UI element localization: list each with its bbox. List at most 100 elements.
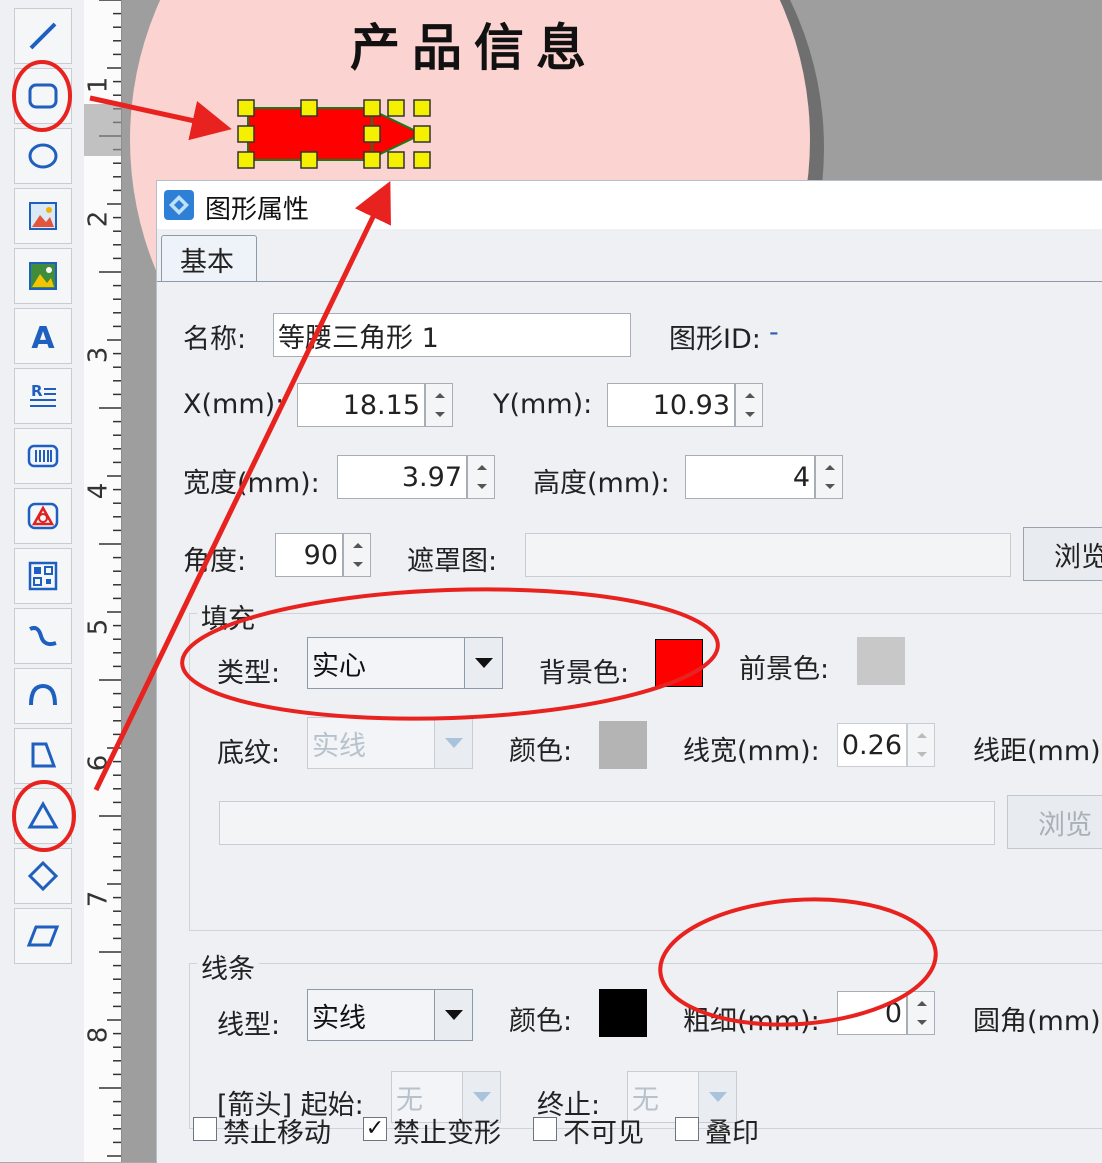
ellipse-tool-button[interactable] bbox=[14, 128, 72, 184]
x-field[interactable]: 18.15 bbox=[297, 383, 425, 427]
x-label: X(mm): bbox=[183, 389, 285, 420]
line-width-label: 线宽(mm): bbox=[683, 736, 820, 767]
fill-type-select[interactable]: 实心 bbox=[307, 637, 503, 689]
pattern-select[interactable]: 实线 bbox=[307, 717, 473, 769]
angle-spinner[interactable] bbox=[343, 533, 371, 577]
selected-shapes[interactable] bbox=[232, 96, 572, 176]
shape-id-label: 图形ID: bbox=[669, 324, 761, 355]
line-tool-button[interactable] bbox=[14, 8, 72, 64]
app-icon bbox=[164, 190, 194, 220]
angle-field[interactable]: 90 bbox=[275, 533, 343, 577]
pattern-value: 实线 bbox=[312, 730, 366, 762]
selection-handle[interactable] bbox=[237, 125, 255, 143]
arc-tool-button[interactable] bbox=[14, 668, 72, 724]
fill-fg-color-swatch[interactable] bbox=[857, 637, 905, 685]
diamond-icon bbox=[27, 860, 59, 892]
width-field[interactable]: 3.97 bbox=[337, 455, 467, 499]
checkbox-lock-resize[interactable]: ✓ bbox=[363, 1117, 387, 1141]
graphic-tool-button[interactable] bbox=[14, 488, 72, 544]
parallelogram-tool-button[interactable] bbox=[14, 908, 72, 964]
image-tool-button[interactable] bbox=[14, 188, 72, 244]
mask-browse-button[interactable]: 浏览 bbox=[1023, 527, 1102, 581]
qr-code-tool-button[interactable] bbox=[14, 548, 72, 604]
width-spinner[interactable] bbox=[467, 455, 495, 499]
fill-group-label: 填充 bbox=[197, 597, 259, 636]
dialog-body: 基本 名称: 等腰三角形 1 图形ID: - X(mm): 18.15 Y(mm… bbox=[157, 229, 1102, 1163]
selection-handle[interactable] bbox=[300, 151, 318, 169]
checkbox-invisible-label[interactable]: 不可见 bbox=[563, 1111, 644, 1150]
selection-handle[interactable] bbox=[237, 151, 255, 169]
chevron-down-icon[interactable] bbox=[434, 718, 472, 768]
qr-code-icon bbox=[28, 561, 58, 591]
line-group-label: 线条 bbox=[197, 947, 259, 986]
y-label: Y(mm): bbox=[493, 389, 593, 420]
selection-handle[interactable] bbox=[413, 151, 431, 169]
height-spinner[interactable] bbox=[815, 455, 843, 499]
label-title[interactable]: 产品信息 bbox=[350, 8, 598, 80]
y-field[interactable]: 10.93 bbox=[607, 383, 735, 427]
line-type-select[interactable]: 实线 bbox=[307, 989, 473, 1041]
line-color-swatch[interactable] bbox=[599, 989, 647, 1037]
selection-handle[interactable] bbox=[363, 125, 381, 143]
y-spinner[interactable] bbox=[735, 383, 763, 427]
fill-type-value: 实心 bbox=[312, 650, 366, 682]
parallelogram-icon bbox=[26, 925, 60, 947]
curve-tool-button[interactable] bbox=[14, 608, 72, 664]
line-width-spinner[interactable] bbox=[907, 723, 935, 767]
text-icon-glyph: A bbox=[31, 321, 55, 353]
svg-text:R: R bbox=[31, 382, 43, 400]
checkbox-lock-move[interactable] bbox=[193, 1117, 217, 1141]
selection-handle[interactable] bbox=[363, 151, 381, 169]
checkbox-lock-move-label[interactable]: 禁止移动 bbox=[223, 1111, 331, 1150]
line-width-field[interactable]: 0.26 bbox=[837, 723, 907, 767]
selection-handle[interactable] bbox=[387, 151, 405, 169]
checkbox-lock-resize-label[interactable]: 禁止变形 bbox=[393, 1111, 501, 1150]
rounded-rect-tool-button[interactable] bbox=[14, 68, 72, 124]
tab-divider bbox=[157, 281, 1102, 282]
diamond-tool-button[interactable] bbox=[14, 848, 72, 904]
checkbox-overprint[interactable] bbox=[675, 1117, 699, 1141]
chevron-down-icon[interactable] bbox=[434, 990, 472, 1040]
ruler-selection-marker bbox=[84, 104, 121, 156]
checkbox-invisible[interactable] bbox=[533, 1117, 557, 1141]
height-label: 高度(mm): bbox=[533, 468, 670, 499]
tab-basic[interactable]: 基本 bbox=[161, 235, 257, 281]
triangle-tool-button[interactable] bbox=[14, 788, 72, 844]
arc-icon bbox=[29, 683, 57, 706]
graphic-icon bbox=[27, 502, 59, 530]
selection-handle[interactable] bbox=[413, 125, 431, 143]
checkbox-overprint-label[interactable]: 叠印 bbox=[705, 1111, 759, 1150]
selection-handle[interactable] bbox=[300, 99, 318, 117]
ruler-number: 8 bbox=[83, 1026, 114, 1044]
pattern-image-path-field[interactable] bbox=[219, 801, 995, 845]
x-spinner[interactable] bbox=[425, 383, 453, 427]
mask-path-field[interactable] bbox=[525, 533, 1011, 577]
rich-text-tool-button[interactable]: R bbox=[14, 368, 72, 424]
rounded-rect-icon bbox=[28, 83, 58, 109]
selection-handle[interactable] bbox=[387, 99, 405, 117]
barcode-tool-button[interactable] bbox=[14, 428, 72, 484]
fill-fg-color-label: 前景色: bbox=[739, 654, 830, 685]
name-field[interactable]: 等腰三角形 1 bbox=[273, 313, 631, 357]
fill-type-label: 类型: bbox=[217, 658, 281, 689]
selection-handle[interactable] bbox=[413, 99, 431, 117]
line-color-label: 颜色: bbox=[509, 1006, 573, 1037]
thickness-spinner[interactable] bbox=[907, 991, 935, 1035]
height-field[interactable]: 4 bbox=[685, 455, 815, 499]
pattern-color-swatch[interactable] bbox=[599, 721, 647, 769]
image-icon bbox=[29, 202, 57, 230]
text-tool-button[interactable]: A bbox=[14, 308, 72, 364]
line-icon bbox=[29, 22, 57, 50]
selection-handle[interactable] bbox=[363, 99, 381, 117]
pattern-browse-button[interactable]: 浏览 bbox=[1007, 795, 1102, 849]
picture-tool-button[interactable] bbox=[14, 248, 72, 304]
fill-bg-color-swatch[interactable] bbox=[655, 639, 703, 687]
polygon-tool-button[interactable] bbox=[14, 728, 72, 784]
thickness-field[interactable]: 0 bbox=[837, 991, 907, 1035]
text-icon: A bbox=[31, 321, 55, 353]
selection-handle[interactable] bbox=[237, 99, 255, 117]
name-label: 名称: bbox=[183, 324, 247, 355]
dialog-titlebar[interactable]: 图形属性 bbox=[157, 181, 1102, 229]
fill-bg-color-label: 背景色: bbox=[539, 658, 630, 689]
chevron-down-icon[interactable] bbox=[464, 638, 502, 688]
